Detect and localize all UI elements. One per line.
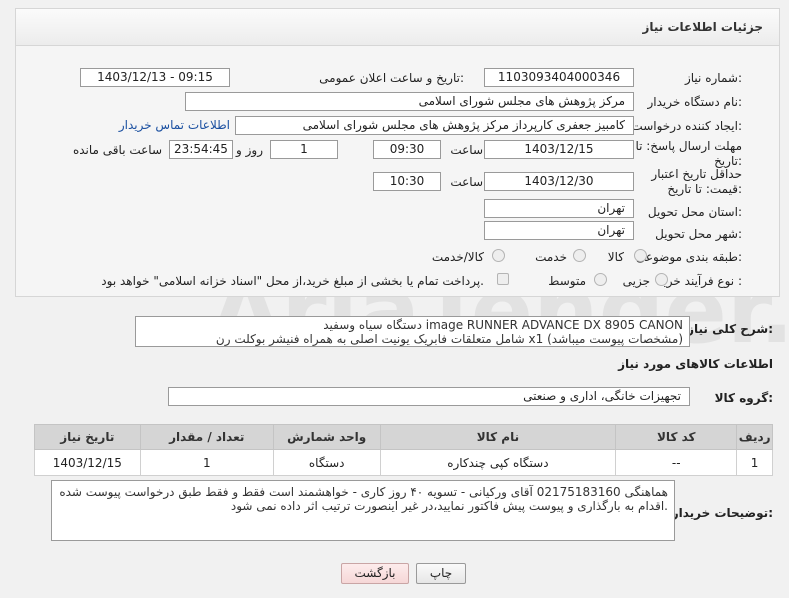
purchase-radio-minor[interactable] [655, 273, 668, 286]
requester-field: کامبیز جعفری کارپرداز مرکز پژوهش های مجل… [235, 116, 634, 135]
col-unit: واحد شمارش [272, 424, 381, 450]
buyer-notes-label: توضیحات خریدار: [671, 506, 773, 520]
description-line-1: دستگاه سیاه وسفید image RUNNER ADVANCE D… [323, 318, 683, 332]
treasury-payment-note: پرداخت تمام یا بخشی از مبلغ خرید،از محل … [101, 274, 484, 288]
goods-table-header-row: ردیف کد کالا نام کالا واحد شمارش تعداد /… [34, 424, 773, 450]
treasury-payment-checkbox[interactable] [497, 273, 509, 285]
delivery-city-label: شهر محل تحویل: [655, 227, 742, 241]
cell-unit: دستگاه [272, 449, 381, 476]
buyer-contact-link[interactable]: اطلاعات تماس خریدار [119, 118, 230, 132]
purchase-type-label: نوع فرآیند خرید : [657, 274, 742, 288]
col-need-date: تاریخ نیاز [34, 424, 141, 450]
delivery-province-field: تهران [484, 199, 634, 218]
category-radio-goods[interactable] [634, 249, 647, 262]
table-row: 1 -- دستگاه کپی چندکاره دستگاه 1 1403/12… [34, 449, 773, 476]
validity-time-label: ساعت [450, 175, 483, 189]
cell-row-number: 1 [736, 449, 773, 476]
buyer-notes-line-2: اقدام به بارگذاری و پیوست پیش فاکتور نما… [230, 499, 668, 513]
purchase-radio-medium[interactable] [594, 273, 607, 286]
goods-group-field: تجهیزات خانگی، اداری و صنعتی [168, 387, 690, 406]
col-row-number: ردیف [736, 424, 773, 450]
category-label: طبقه بندی موضوعی: [635, 250, 742, 264]
announce-datetime-label: تاریخ و ساعت اعلان عمومی: [319, 71, 464, 85]
category-option-service: خدمت [535, 250, 567, 264]
buyer-org-label: نام دستگاه خریدار: [647, 95, 743, 109]
validity-time-field: 10:30 [373, 172, 441, 191]
back-button[interactable]: بازگشت [341, 563, 409, 584]
announce-datetime-field: 1403/12/13 - 09:15 [80, 68, 230, 87]
page-title: جزئیات اطلاعات نیاز [642, 20, 763, 34]
cell-quantity: 1 [139, 449, 274, 476]
need-number-field: 1103093404000346 [484, 68, 634, 87]
cell-need-date: 1403/12/15 [34, 449, 141, 476]
reply-deadline-label: مهلت ارسال پاسخ: تا تاریخ: [635, 139, 742, 168]
buyer-notes-textarea: هماهنگی 02175183160 آقای ورکیانی - تسویه… [51, 480, 675, 541]
goods-table: ردیف کد کالا نام کالا واحد شمارش تعداد /… [34, 424, 773, 476]
description-label: شرح کلی نیاز: [687, 322, 773, 336]
category-radio-goods-service[interactable] [492, 249, 505, 262]
requester-label: ایجاد کننده درخواست: [631, 119, 742, 133]
col-quantity: تعداد / مقدار [139, 424, 274, 450]
cell-item-code: -- [615, 449, 738, 476]
category-radio-service[interactable] [573, 249, 586, 262]
remaining-label: ساعت باقی مانده [72, 143, 162, 157]
remaining-days-field: 1 [270, 140, 338, 159]
goods-group-label: گروه کالا: [714, 391, 773, 405]
category-option-goods: کالا [607, 250, 624, 264]
purchase-option-minor: جزیی [622, 274, 650, 288]
reply-time-label: ساعت [450, 143, 483, 157]
col-item-code: کد کالا [615, 424, 738, 450]
description-line-2: شامل متعلقات فابریک یونیت اصلی به همراه … [215, 332, 683, 346]
need-number-label: شماره نیاز: [684, 71, 742, 85]
print-button[interactable]: چاپ [416, 563, 466, 584]
reply-date-field: 1403/12/15 [484, 140, 634, 159]
buyer-notes-line-1: هماهنگی 02175183160 آقای ورکیانی - تسویه… [59, 485, 668, 499]
price-validity-label: حداقل تاریخ اعتبار قیمت: تا تاریخ: [651, 167, 742, 196]
reply-time-field: 09:30 [373, 140, 441, 159]
cell-item-name: دستگاه کپی چندکاره [379, 449, 617, 476]
category-option-goods-service: کالا/خدمت [431, 250, 484, 264]
validity-date-field: 1403/12/30 [484, 172, 634, 191]
purchase-option-medium: متوسط [548, 274, 586, 288]
goods-info-heading: اطلاعات کالاهای مورد نیاز [618, 357, 773, 371]
delivery-province-label: استان محل تحویل: [647, 205, 742, 219]
description-textarea: دستگاه سیاه وسفید image RUNNER ADVANCE D… [135, 316, 690, 347]
col-item-name: نام کالا [379, 424, 617, 450]
delivery-city-field: تهران [484, 221, 634, 240]
panel-header: جزئیات اطلاعات نیاز [16, 9, 779, 46]
buyer-org-field: مرکز پژوهش های مجلس شورای اسلامی [185, 92, 634, 111]
remaining-time-field: 23:54:45 [169, 140, 233, 159]
day-and-label: روز و [236, 143, 263, 157]
